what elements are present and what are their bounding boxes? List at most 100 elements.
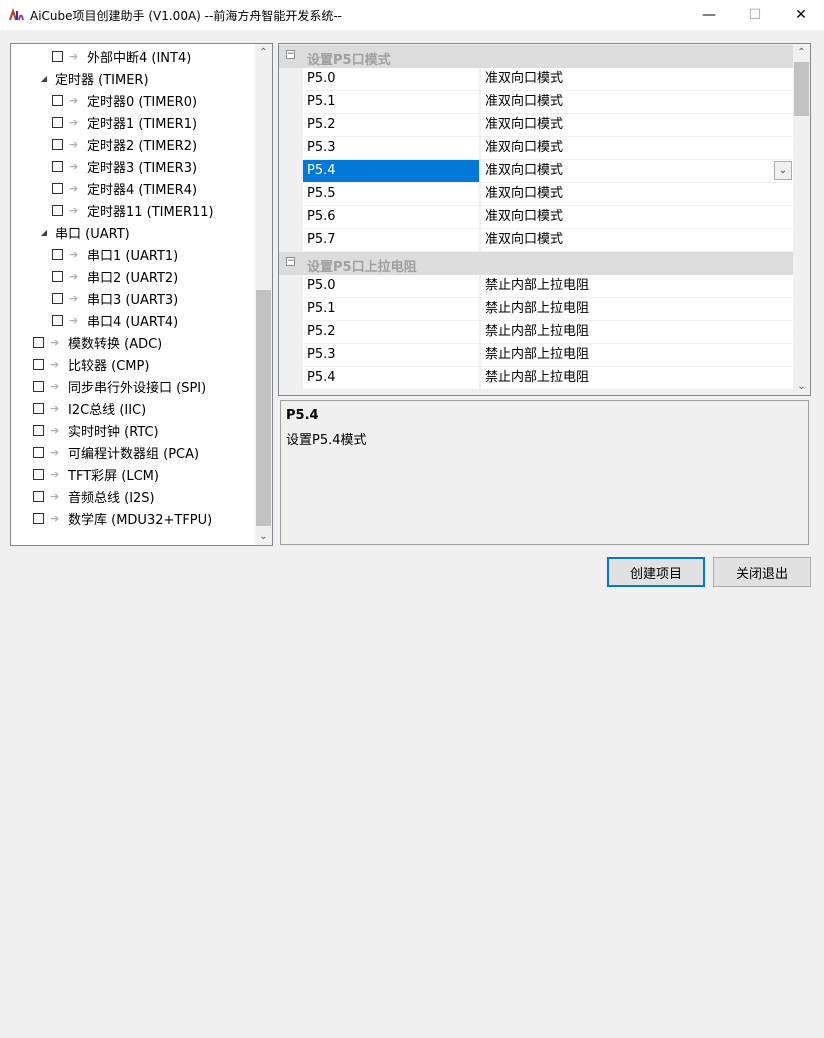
property-value[interactable]: 禁止内部上拉电阻 [481,298,793,320]
tree-item[interactable]: ➔ 定时器0 (TIMER0) [52,89,197,111]
tree-item-checkbox[interactable] [52,94,63,106]
tree-item[interactable]: ➔ 实时时钟 (RTC) [33,419,159,441]
property-name[interactable]: P5.2 [303,114,480,136]
property-name[interactable]: P5.1 [303,298,480,320]
tree-item[interactable]: ➔ 可编程计数器组 (PCA) [33,441,199,463]
tree-item-checkbox[interactable] [52,248,63,260]
tree-item[interactable]: ➔ 定时器11 (TIMER11) [52,199,214,221]
tree-item-checkbox[interactable] [33,468,44,480]
grid-row[interactable]: P5.4 禁止内部上拉电阻 [303,367,793,390]
property-name[interactable]: P5.2 [303,321,480,343]
tree-item[interactable]: ➔ I2C总线 (IIC) [33,397,146,419]
property-value[interactable]: 禁止内部上拉电阻 [481,367,793,389]
property-value[interactable]: 准双向口模式 [481,206,793,228]
property-grid[interactable]: − 设置P5口模式 P5.0 准双向口模式 P5.1 准双向口模式 P5.2 准双向口模式 P5… [278,43,811,396]
property-name[interactable]: P5.7 [303,229,480,251]
grid-category-header[interactable]: − 设置P5口模式 [279,45,793,68]
property-value[interactable]: 禁止内部上拉电阻 [481,344,793,366]
tree-scrollbar-thumb[interactable] [256,290,271,526]
tree-item-checkbox[interactable] [52,50,63,62]
tree-item[interactable]: ➔ 串口4 (UART4) [52,309,178,331]
tree-item[interactable]: ➔ 定时器4 (TIMER4) [52,177,197,199]
tree-item[interactable]: ➔ 比较器 (CMP) [33,353,149,375]
scroll-down-arrow-icon[interactable]: ⌄ [255,528,272,545]
grid-row[interactable]: P5.3 准双向口模式 [303,137,793,160]
tree-item-checkbox[interactable] [52,138,63,150]
tree-item[interactable]: ➔ 定时器1 (TIMER1) [52,111,197,133]
grid-row[interactable]: P5.6 准双向口模式 [303,206,793,229]
grid-row[interactable]: P5.3 禁止内部上拉电阻 [303,344,793,367]
grid-row[interactable]: P5.2 准双向口模式 [303,114,793,137]
grid-row[interactable]: P5.4 准双向口模式 ⌄ [303,160,793,183]
create-project-button[interactable]: 创建项目 [607,557,705,587]
tree-item-checkbox[interactable] [33,336,44,348]
tree-item[interactable]: ➔ 模数转换 (ADC) [33,331,162,353]
property-value[interactable]: 准双向口模式 ⌄ [481,160,793,182]
tree-item[interactable]: ➔ 外部中断4 (INT4) [52,45,191,67]
scroll-up-arrow-icon[interactable]: ⌃ [793,44,810,61]
grid-row[interactable]: P5.1 禁止内部上拉电阻 [303,298,793,321]
property-value[interactable]: 准双向口模式 [481,114,793,136]
tree-item-checkbox[interactable] [52,116,63,128]
grid-row[interactable]: P5.7 准双向口模式 [303,229,793,252]
collapse-triangle-icon[interactable]: ◢ [39,228,49,237]
tree-item-checkbox[interactable] [52,204,63,216]
tree-item[interactable]: ➔ 串口3 (UART3) [52,287,178,309]
tree-item[interactable]: ➔ 音频总线 (I2S) [33,485,155,507]
property-name[interactable]: P5.3 [303,344,480,366]
property-name[interactable]: P5.4 [303,160,480,182]
maximize-button[interactable]: ☐ [732,0,778,30]
grid-category-header[interactable]: − 设置P5口上拉电阻 [279,252,793,275]
tree-item-checkbox[interactable] [33,446,44,458]
property-value[interactable]: 准双向口模式 [481,68,793,90]
property-name[interactable]: P5.4 [303,367,480,389]
tree-item-checkbox[interactable] [33,512,44,524]
property-value[interactable]: 禁止内部上拉电阻 [481,321,793,343]
tree-scrollbar[interactable]: ⌃ ⌄ [255,44,272,545]
collapse-minus-icon[interactable]: − [286,257,295,266]
tree-item-checkbox[interactable] [52,314,63,326]
property-name[interactable]: P5.6 [303,206,480,228]
grid-row[interactable]: P5.1 准双向口模式 [303,91,793,114]
dropdown-chevron-icon[interactable]: ⌄ [774,161,792,180]
property-name[interactable]: P5.5 [303,183,480,205]
tree-item[interactable]: ◢ 定时器 (TIMER) [39,67,149,89]
tree-item-checkbox[interactable] [33,380,44,392]
scroll-down-arrow-icon[interactable]: ⌄ [793,378,810,395]
minimize-button[interactable]: — [686,0,732,30]
grid-scrollbar[interactable]: ⌃ ⌄ [793,44,810,395]
property-name[interactable]: P5.0 [303,68,480,90]
tree-item[interactable]: ➔ 串口2 (UART2) [52,265,178,287]
tree-item[interactable]: ➔ 数学库 (MDU32+TFPU) [33,507,212,529]
grid-row[interactable]: P5.0 禁止内部上拉电阻 [303,275,793,298]
property-name[interactable]: P5.3 [303,137,480,159]
close-button[interactable]: ✕ [778,0,824,30]
grid-row[interactable]: P5.0 准双向口模式 [303,68,793,91]
collapse-triangle-icon[interactable]: ◢ [39,74,49,83]
tree-item[interactable]: ◢ 串口 (UART) [39,221,130,243]
property-value[interactable]: 准双向口模式 [481,91,793,113]
grid-row[interactable]: P5.5 准双向口模式 [303,183,793,206]
grid-row[interactable]: P5.2 禁止内部上拉电阻 [303,321,793,344]
tree-item-checkbox[interactable] [33,424,44,436]
tree-item[interactable]: ➔ 定时器3 (TIMER3) [52,155,197,177]
scroll-up-arrow-icon[interactable]: ⌃ [255,44,272,61]
tree-item-checkbox[interactable] [33,358,44,370]
tree-item[interactable]: ➔ 串口1 (UART1) [52,243,178,265]
tree-item-checkbox[interactable] [52,182,63,194]
property-value[interactable]: 准双向口模式 [481,229,793,251]
tree-item-checkbox[interactable] [52,160,63,172]
property-name[interactable]: P5.1 [303,91,480,113]
tree-item[interactable]: ➔ 定时器2 (TIMER2) [52,133,197,155]
tree-item-checkbox[interactable] [52,292,63,304]
grid-scrollbar-thumb[interactable] [794,62,809,116]
close-exit-button[interactable]: 关闭退出 [713,557,811,587]
tree-item-checkbox[interactable] [33,402,44,414]
tree-item-checkbox[interactable] [52,270,63,282]
property-value[interactable]: 禁止内部上拉电阻 [481,275,793,297]
tree-item[interactable]: ➔ 同步串行外设接口 (SPI) [33,375,206,397]
collapse-minus-icon[interactable]: − [286,50,295,59]
property-value[interactable]: 准双向口模式 [481,183,793,205]
tree-item-checkbox[interactable] [33,490,44,502]
property-value[interactable]: 准双向口模式 [481,137,793,159]
